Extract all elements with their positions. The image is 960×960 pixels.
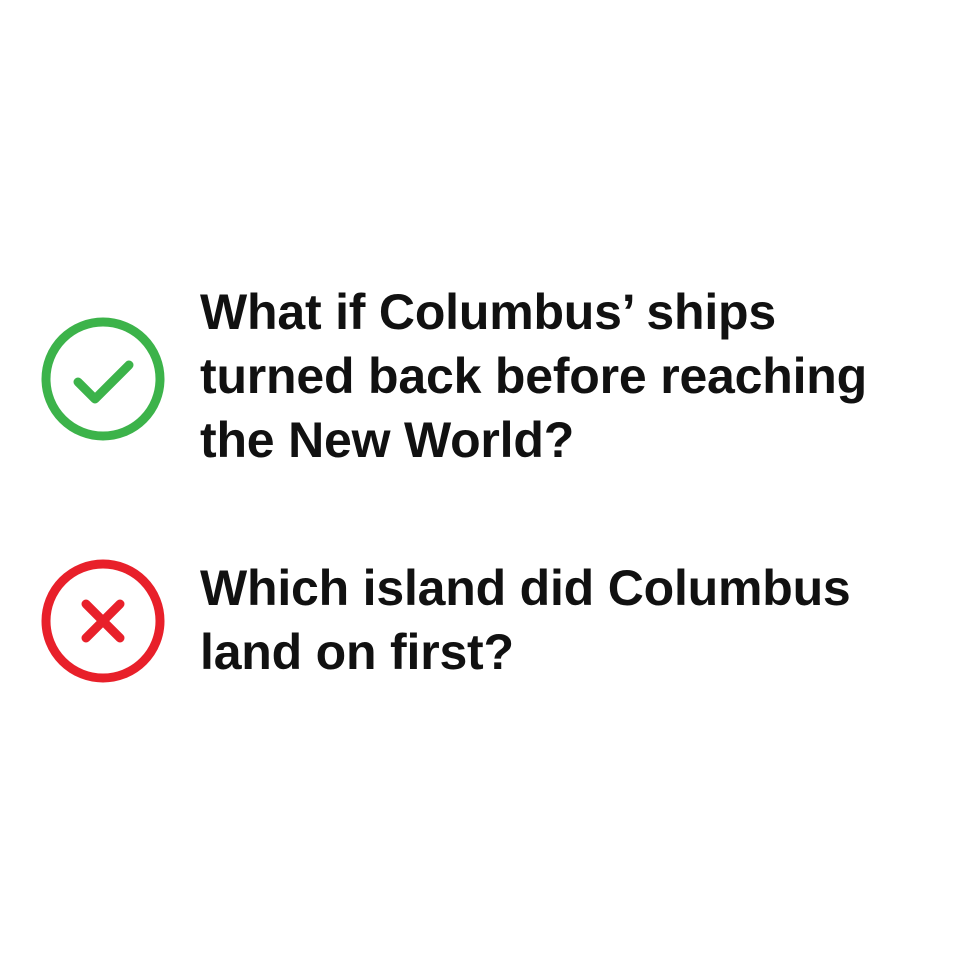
- good-example-row: What if Columbus’ ships turned back befo…: [0, 280, 960, 480]
- bad-question-line-1: Which island did Columbus: [200, 560, 851, 616]
- good-question-line-3: the New World?: [200, 412, 575, 468]
- x-circle-icon: [40, 558, 166, 684]
- bad-question-line-2: land on first?: [200, 624, 514, 680]
- bad-example-row: Which island did Columbus land on first?: [0, 556, 960, 696]
- good-question-line-1: What if Columbus’ ships: [200, 284, 776, 340]
- check-circle-icon: [40, 316, 166, 442]
- good-question-text: What if Columbus’ ships turned back befo…: [200, 280, 920, 472]
- good-question-line-2: turned back before reaching: [200, 348, 867, 404]
- bad-question-text: Which island did Columbus land on first?: [200, 556, 920, 684]
